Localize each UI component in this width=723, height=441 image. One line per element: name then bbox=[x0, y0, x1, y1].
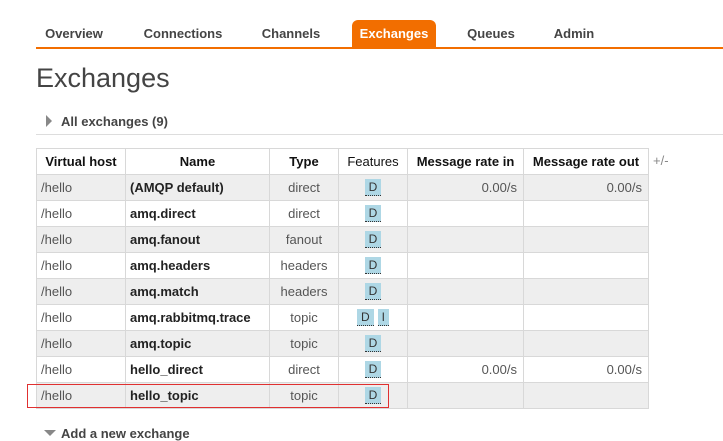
table-row: /hello amq.match headers D bbox=[36, 278, 649, 305]
cell-features: D bbox=[338, 382, 408, 409]
durable-badge: D bbox=[356, 309, 374, 326]
cell-rate-in bbox=[407, 226, 524, 253]
exchange-name-link[interactable]: amq.direct bbox=[125, 200, 270, 227]
table-row: /hello amq.topic topic D bbox=[36, 330, 649, 357]
table-row: /hello amq.fanout fanout D bbox=[36, 226, 649, 253]
cell-vhost: /hello bbox=[36, 304, 126, 331]
table-header-row: Virtual host Name Type Features Message … bbox=[36, 148, 649, 175]
all-exchanges-toggle[interactable]: All exchanges (9) bbox=[36, 112, 723, 132]
table-row: /hello hello_direct direct D 0.00/s 0.00… bbox=[36, 356, 649, 383]
cell-rate-out: 0.00/s bbox=[523, 356, 649, 383]
tab-queues[interactable]: Queues bbox=[458, 20, 524, 47]
cell-type: direct bbox=[269, 200, 339, 227]
tab-connections[interactable]: Connections bbox=[134, 20, 232, 47]
nav-underline bbox=[36, 47, 723, 49]
collapse-triangle-icon bbox=[46, 115, 52, 127]
header-name[interactable]: Name bbox=[125, 148, 270, 175]
durable-badge: D bbox=[364, 257, 382, 274]
cell-features: D bbox=[338, 174, 408, 201]
cell-vhost: /hello bbox=[36, 252, 126, 279]
durable-badge: D bbox=[364, 335, 382, 352]
header-virtual-host[interactable]: Virtual host bbox=[36, 148, 126, 175]
cell-vhost: /hello bbox=[36, 174, 126, 201]
cell-vhost: /hello bbox=[36, 356, 126, 383]
tab-admin[interactable]: Admin bbox=[545, 20, 603, 47]
exchange-name-link[interactable]: amq.match bbox=[125, 278, 270, 305]
cell-rate-in: 0.00/s bbox=[407, 174, 524, 201]
cell-rate-in bbox=[407, 200, 524, 227]
cell-rate-in bbox=[407, 278, 524, 305]
cell-type: direct bbox=[269, 356, 339, 383]
cell-type: topic bbox=[269, 304, 339, 331]
cell-features: D bbox=[338, 226, 408, 253]
cell-features: D bbox=[338, 356, 408, 383]
header-rate-out[interactable]: Message rate out bbox=[523, 148, 649, 175]
table-row: /hello amq.headers headers D bbox=[36, 252, 649, 279]
exchange-name-link[interactable]: hello_topic bbox=[125, 382, 270, 409]
cell-type: headers bbox=[269, 278, 339, 305]
durable-badge: D bbox=[364, 231, 382, 248]
page-title: Exchanges bbox=[36, 63, 170, 93]
section-label: All exchanges (9) bbox=[61, 114, 168, 129]
exchange-name-link[interactable]: hello_direct bbox=[125, 356, 270, 383]
cell-features: D bbox=[338, 200, 408, 227]
cell-vhost: /hello bbox=[36, 200, 126, 227]
cell-rate-in bbox=[407, 304, 524, 331]
column-toggle[interactable]: +/- bbox=[653, 153, 669, 168]
cell-rate-in bbox=[407, 330, 524, 357]
table-row: /hello amq.rabbitmq.trace topic DI bbox=[36, 304, 649, 331]
cell-type: topic bbox=[269, 330, 339, 357]
cell-rate-in bbox=[407, 252, 524, 279]
cell-vhost: /hello bbox=[36, 278, 126, 305]
header-features: Features bbox=[338, 148, 408, 175]
cell-rate-out bbox=[523, 252, 649, 279]
cell-vhost: /hello bbox=[36, 382, 126, 409]
exchanges-table: Virtual host Name Type Features Message … bbox=[36, 148, 649, 409]
durable-badge: D bbox=[364, 387, 382, 404]
exchange-name-link[interactable]: amq.topic bbox=[125, 330, 270, 357]
expand-triangle-icon bbox=[44, 430, 56, 436]
cell-rate-out bbox=[523, 304, 649, 331]
cell-rate-out bbox=[523, 200, 649, 227]
cell-vhost: /hello bbox=[36, 226, 126, 253]
cell-type: headers bbox=[269, 252, 339, 279]
exchange-name-link[interactable]: (AMQP default) bbox=[125, 174, 270, 201]
header-type[interactable]: Type bbox=[269, 148, 339, 175]
cell-type: fanout bbox=[269, 226, 339, 253]
tab-overview[interactable]: Overview bbox=[36, 20, 112, 47]
header-rate-in[interactable]: Message rate in bbox=[407, 148, 524, 175]
table-row: /hello (AMQP default) direct D 0.00/s 0.… bbox=[36, 174, 649, 201]
cell-features: D bbox=[338, 252, 408, 279]
exchange-name-link[interactable]: amq.headers bbox=[125, 252, 270, 279]
cell-type: topic bbox=[269, 382, 339, 409]
durable-badge: D bbox=[364, 205, 382, 222]
add-exchange-toggle[interactable]: Add a new exchange bbox=[36, 424, 723, 441]
cell-rate-in: 0.00/s bbox=[407, 356, 524, 383]
cell-rate-out bbox=[523, 278, 649, 305]
cell-features: D bbox=[338, 330, 408, 357]
cell-rate-out bbox=[523, 330, 649, 357]
cell-features: DI bbox=[338, 304, 408, 331]
cell-features: D bbox=[338, 278, 408, 305]
cell-rate-in bbox=[407, 382, 524, 409]
section-divider bbox=[36, 134, 723, 135]
cell-type: direct bbox=[269, 174, 339, 201]
table-row-highlighted: /hello hello_topic topic D bbox=[36, 382, 649, 409]
internal-badge: I bbox=[377, 309, 389, 326]
exchange-name-link[interactable]: amq.rabbitmq.trace bbox=[125, 304, 270, 331]
cell-vhost: /hello bbox=[36, 330, 126, 357]
cell-rate-out: 0.00/s bbox=[523, 174, 649, 201]
tab-exchanges[interactable]: Exchanges bbox=[352, 20, 436, 47]
durable-badge: D bbox=[364, 283, 382, 300]
table-row: /hello amq.direct direct D bbox=[36, 200, 649, 227]
cell-rate-out bbox=[523, 382, 649, 409]
durable-badge: D bbox=[364, 179, 382, 196]
main-nav: Overview Connections Channels Exchanges … bbox=[0, 20, 723, 49]
exchange-name-link[interactable]: amq.fanout bbox=[125, 226, 270, 253]
durable-badge: D bbox=[364, 361, 382, 378]
tab-channels[interactable]: Channels bbox=[253, 20, 329, 47]
cell-rate-out bbox=[523, 226, 649, 253]
